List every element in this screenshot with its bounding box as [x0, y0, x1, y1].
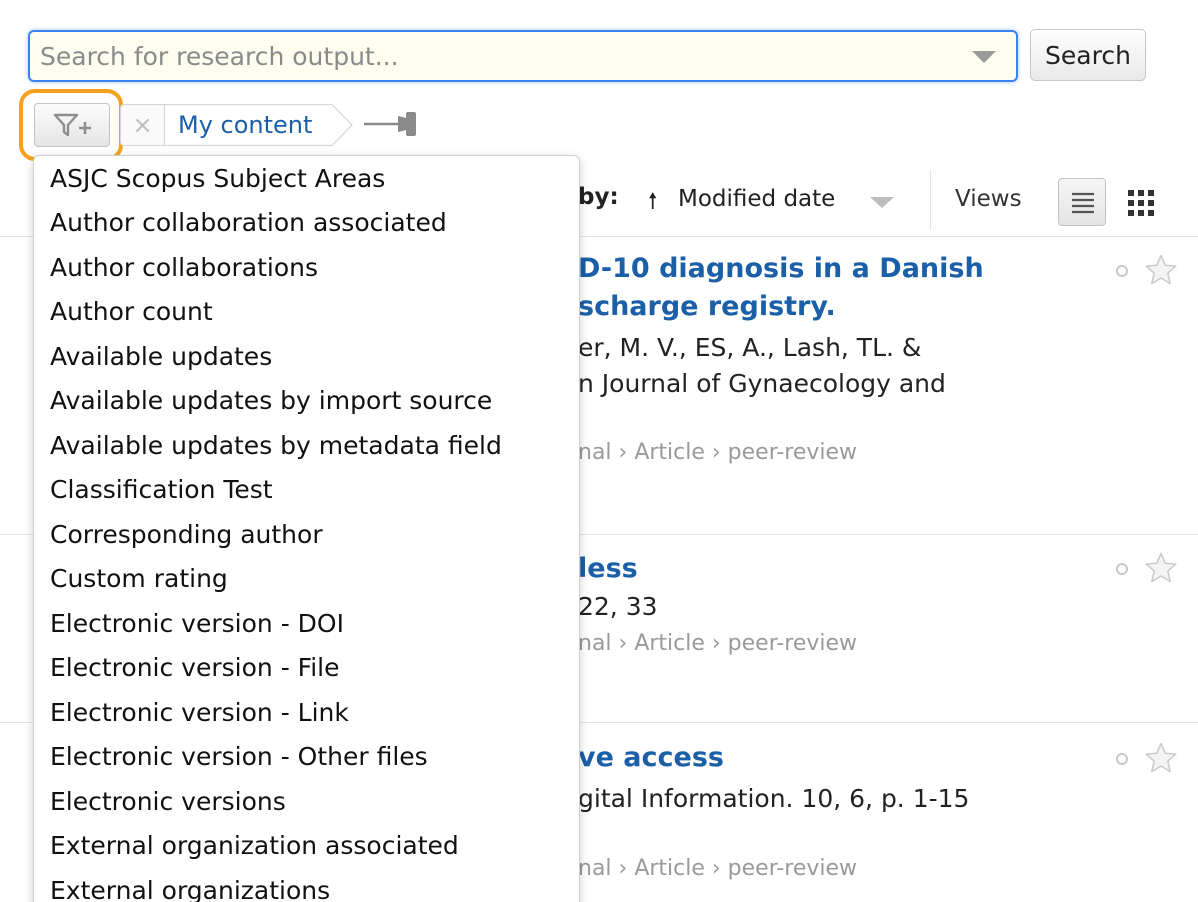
sort-by-label: by: — [578, 184, 619, 210]
menu-item[interactable]: Classification Test — [50, 475, 273, 504]
result-journal: n Journal of Gynaecology and — [578, 369, 946, 398]
status-dot-icon — [1116, 265, 1128, 277]
breadcrumb-label: My content — [178, 111, 313, 139]
menu-item[interactable]: Author collaborations — [50, 253, 318, 282]
star-icon[interactable] — [1144, 552, 1178, 584]
views-label: Views — [955, 186, 1022, 212]
status-dot-icon — [1116, 563, 1128, 575]
menu-item[interactable]: Corresponding author — [50, 520, 323, 549]
result-authors: er, M. V., ES, A., Lash, TL. & — [578, 333, 922, 362]
result-journal: gital Information. 10, 6, p. 1-15 — [578, 784, 970, 813]
remove-filter-button[interactable]: × — [120, 104, 164, 146]
add-filter-button[interactable] — [34, 103, 110, 147]
menu-item[interactable]: Electronic version - Other files — [50, 742, 428, 771]
search-dropdown-caret-icon[interactable] — [972, 51, 996, 63]
header-divider — [930, 170, 931, 230]
menu-item[interactable]: Electronic version - File — [50, 653, 340, 682]
menu-item[interactable]: Available updates by import source — [50, 386, 492, 415]
pin-icon[interactable] — [362, 108, 422, 140]
filter-plus-icon — [53, 113, 91, 137]
result-type: nal › Article › peer-review — [578, 631, 858, 656]
search-field[interactable] — [28, 30, 1018, 82]
menu-item[interactable]: ASJC Scopus Subject Areas — [50, 164, 385, 193]
star-icon[interactable] — [1144, 254, 1178, 286]
result-title-line[interactable]: less — [578, 553, 638, 584]
search-button[interactable]: Search — [1030, 29, 1146, 81]
menu-item[interactable]: Electronic versions — [50, 787, 286, 816]
breadcrumb-my-content[interactable]: My content — [164, 104, 353, 146]
menu-item[interactable]: External organizations — [50, 876, 330, 902]
menu-item[interactable]: Custom rating — [50, 564, 228, 593]
filter-dropdown-menu: ASJC Scopus Subject Areas Author collabo… — [33, 155, 580, 902]
result-title-line[interactable]: D-10 diagnosis in a Danish — [578, 253, 984, 284]
search-input[interactable] — [30, 32, 960, 80]
result-title-line[interactable]: ve access — [578, 742, 724, 773]
result-type: nal › Article › peer-review — [578, 440, 858, 465]
result-title-line[interactable]: scharge registry. — [578, 291, 836, 322]
result-type: nal › Article › peer-review — [578, 856, 858, 881]
list-view-button[interactable] — [1058, 178, 1106, 226]
arrow-up-icon[interactable]: 🠕 — [648, 184, 657, 222]
result-journal: 22, 33 — [578, 592, 658, 621]
sort-dropdown-caret-icon[interactable] — [870, 197, 894, 208]
grid-view-icon — [1128, 190, 1154, 216]
grid-view-button[interactable] — [1116, 178, 1164, 226]
menu-item[interactable]: Author collaboration associated — [50, 208, 447, 237]
menu-item[interactable]: Electronic version - DOI — [50, 609, 344, 638]
menu-item[interactable]: Available updates by metadata field — [50, 431, 502, 460]
sort-field-select[interactable]: Modified date — [678, 186, 835, 212]
status-dot-icon — [1116, 753, 1128, 765]
list-view-icon — [1072, 192, 1094, 214]
menu-item[interactable]: External organization associated — [50, 831, 459, 860]
menu-item[interactable]: Author count — [50, 297, 213, 326]
star-icon[interactable] — [1144, 742, 1178, 774]
menu-item[interactable]: Available updates — [50, 342, 272, 371]
menu-item[interactable]: Electronic version - Link — [50, 698, 349, 727]
